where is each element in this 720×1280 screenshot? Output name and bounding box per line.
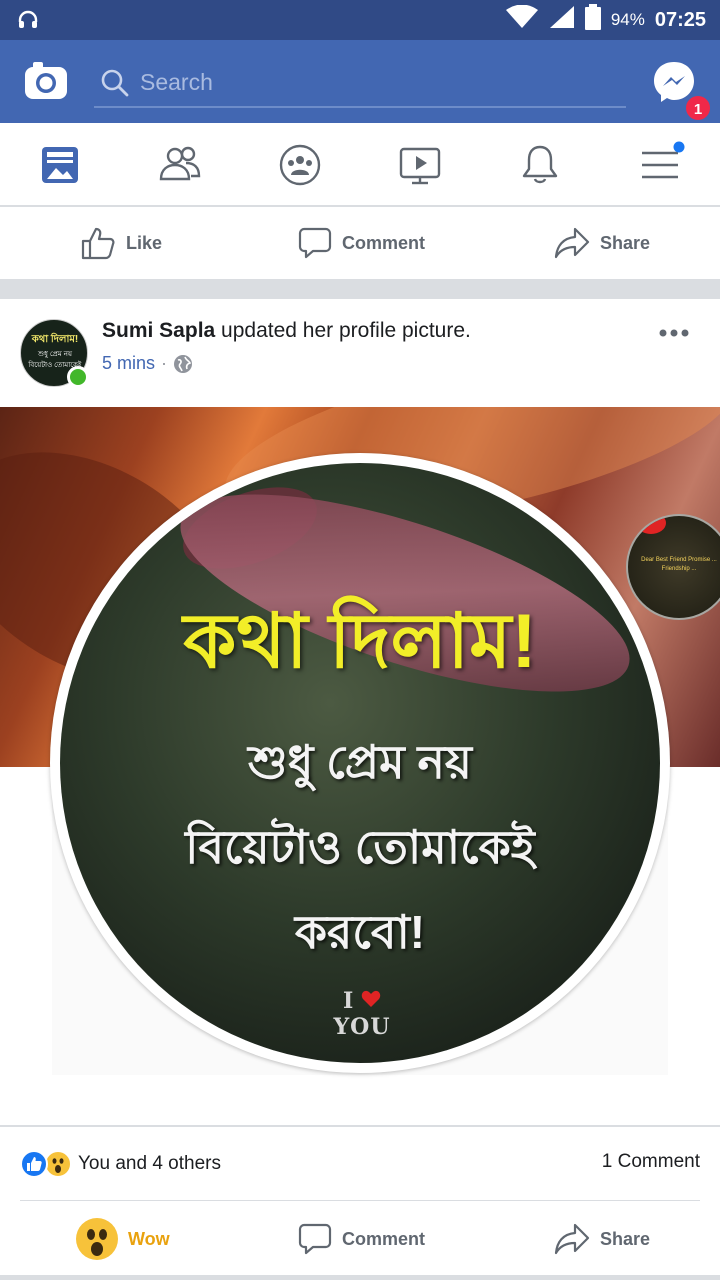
wow-label: Wow (128, 1228, 170, 1249)
share-icon (554, 1223, 590, 1255)
messenger-badge: 1 (684, 94, 712, 122)
tab-groups[interactable] (276, 141, 324, 189)
tab-notifications[interactable] (516, 141, 564, 189)
comments-count[interactable]: 1 Comment (602, 1151, 700, 1173)
nav-tabs (0, 123, 720, 207)
thumbs-up-icon (81, 227, 115, 260)
reactions-summary[interactable]: You and 4 others (20, 1149, 221, 1179)
profile-picture[interactable]: কথা দিলাম! শুধু প্রেম নয় বিয়েটাও তোমাক… (60, 463, 660, 1063)
feed-separator (0, 1275, 720, 1280)
post-share-label: Share (600, 1228, 651, 1249)
image-text-line-3: বিয়েটাও তোমাকেই (185, 821, 535, 873)
tab-friends[interactable] (156, 141, 204, 189)
love-you-text: YOU (333, 1014, 391, 1040)
like-reaction-icon (20, 1150, 48, 1178)
post-comment-label: Comment (342, 1228, 426, 1249)
preview-text: Dear Best Friend Promise ... Friendship … (641, 557, 717, 572)
comment-label: Comment (342, 232, 426, 253)
feed-post: কথা দিলাম! শুধু প্রেম নয় বিয়েটাও তোমাক… (0, 299, 720, 1280)
battery-percent: 94% (610, 10, 645, 29)
online-indicator (67, 366, 89, 388)
image-text-line-2: শুধু প্রেম নয় (247, 736, 473, 788)
globe-icon (174, 354, 193, 373)
tab-news-feed[interactable] (36, 141, 84, 189)
more-options-icon[interactable] (658, 325, 690, 343)
news-feed-icon (42, 147, 78, 183)
post-share-button[interactable]: Share (554, 1201, 650, 1277)
search-placeholder: Search (140, 69, 213, 95)
comment-button[interactable]: Comment (298, 207, 425, 279)
feed-separator (0, 279, 720, 299)
wifi-icon (505, 4, 539, 35)
like-button[interactable]: Like (80, 207, 162, 279)
love-i-text: I (343, 988, 354, 1014)
signal-icon (549, 5, 575, 35)
comment-icon (298, 227, 332, 259)
search-input[interactable]: Search (94, 62, 626, 108)
status-bar: 94% 07:25 (0, 0, 720, 40)
groups-icon (279, 144, 321, 186)
post-time[interactable]: 5 mins (102, 353, 155, 374)
post-action-text: updated her profile picture. (215, 319, 471, 342)
friends-icon (159, 146, 201, 181)
heart-icon (361, 990, 381, 1007)
share-label: Share (600, 232, 651, 253)
post-meta: 5 mins · (102, 353, 193, 374)
wow-reaction-icon (44, 1150, 72, 1178)
like-label: Like (126, 232, 163, 253)
post-comment-button[interactable]: Comment (298, 1201, 425, 1277)
image-text-line-1: কথা দিলাম! (183, 599, 537, 684)
menu-notification-dot (673, 141, 685, 153)
headset-icon (16, 8, 40, 37)
watch-icon (399, 147, 441, 185)
top-app-bar: Search 1 (0, 40, 720, 123)
post-title: Sumi Sapla updated her profile picture. (102, 319, 471, 343)
tab-watch[interactable] (396, 141, 444, 189)
search-icon (101, 69, 129, 97)
image-text-line-4: করবো! (294, 906, 426, 958)
post-actions: Wow Comment Share (0, 1201, 720, 1277)
reactions-text: You and 4 others (78, 1153, 221, 1174)
bell-icon (522, 145, 558, 184)
share-button[interactable]: Share (554, 207, 650, 279)
facebook-app-screen: 94% 07:25 Search 1 Like Comment Share কথ… (0, 0, 720, 1280)
clock: 07:25 (654, 8, 706, 31)
divider (0, 1125, 720, 1127)
author-name[interactable]: Sumi Sapla (102, 319, 215, 342)
i-love-you-graphic: I YOU (322, 988, 402, 1040)
camera-icon[interactable] (24, 60, 68, 105)
battery-icon (584, 4, 601, 36)
comment-icon (298, 1223, 332, 1255)
wow-icon (76, 1218, 118, 1260)
meta-separator: · (161, 353, 168, 373)
avatar-text-1: কথা দিলাম! (31, 334, 79, 345)
wow-button[interactable]: Wow (76, 1201, 170, 1277)
share-icon (554, 227, 590, 259)
previous-post-actions: Like Comment Share (0, 207, 720, 279)
